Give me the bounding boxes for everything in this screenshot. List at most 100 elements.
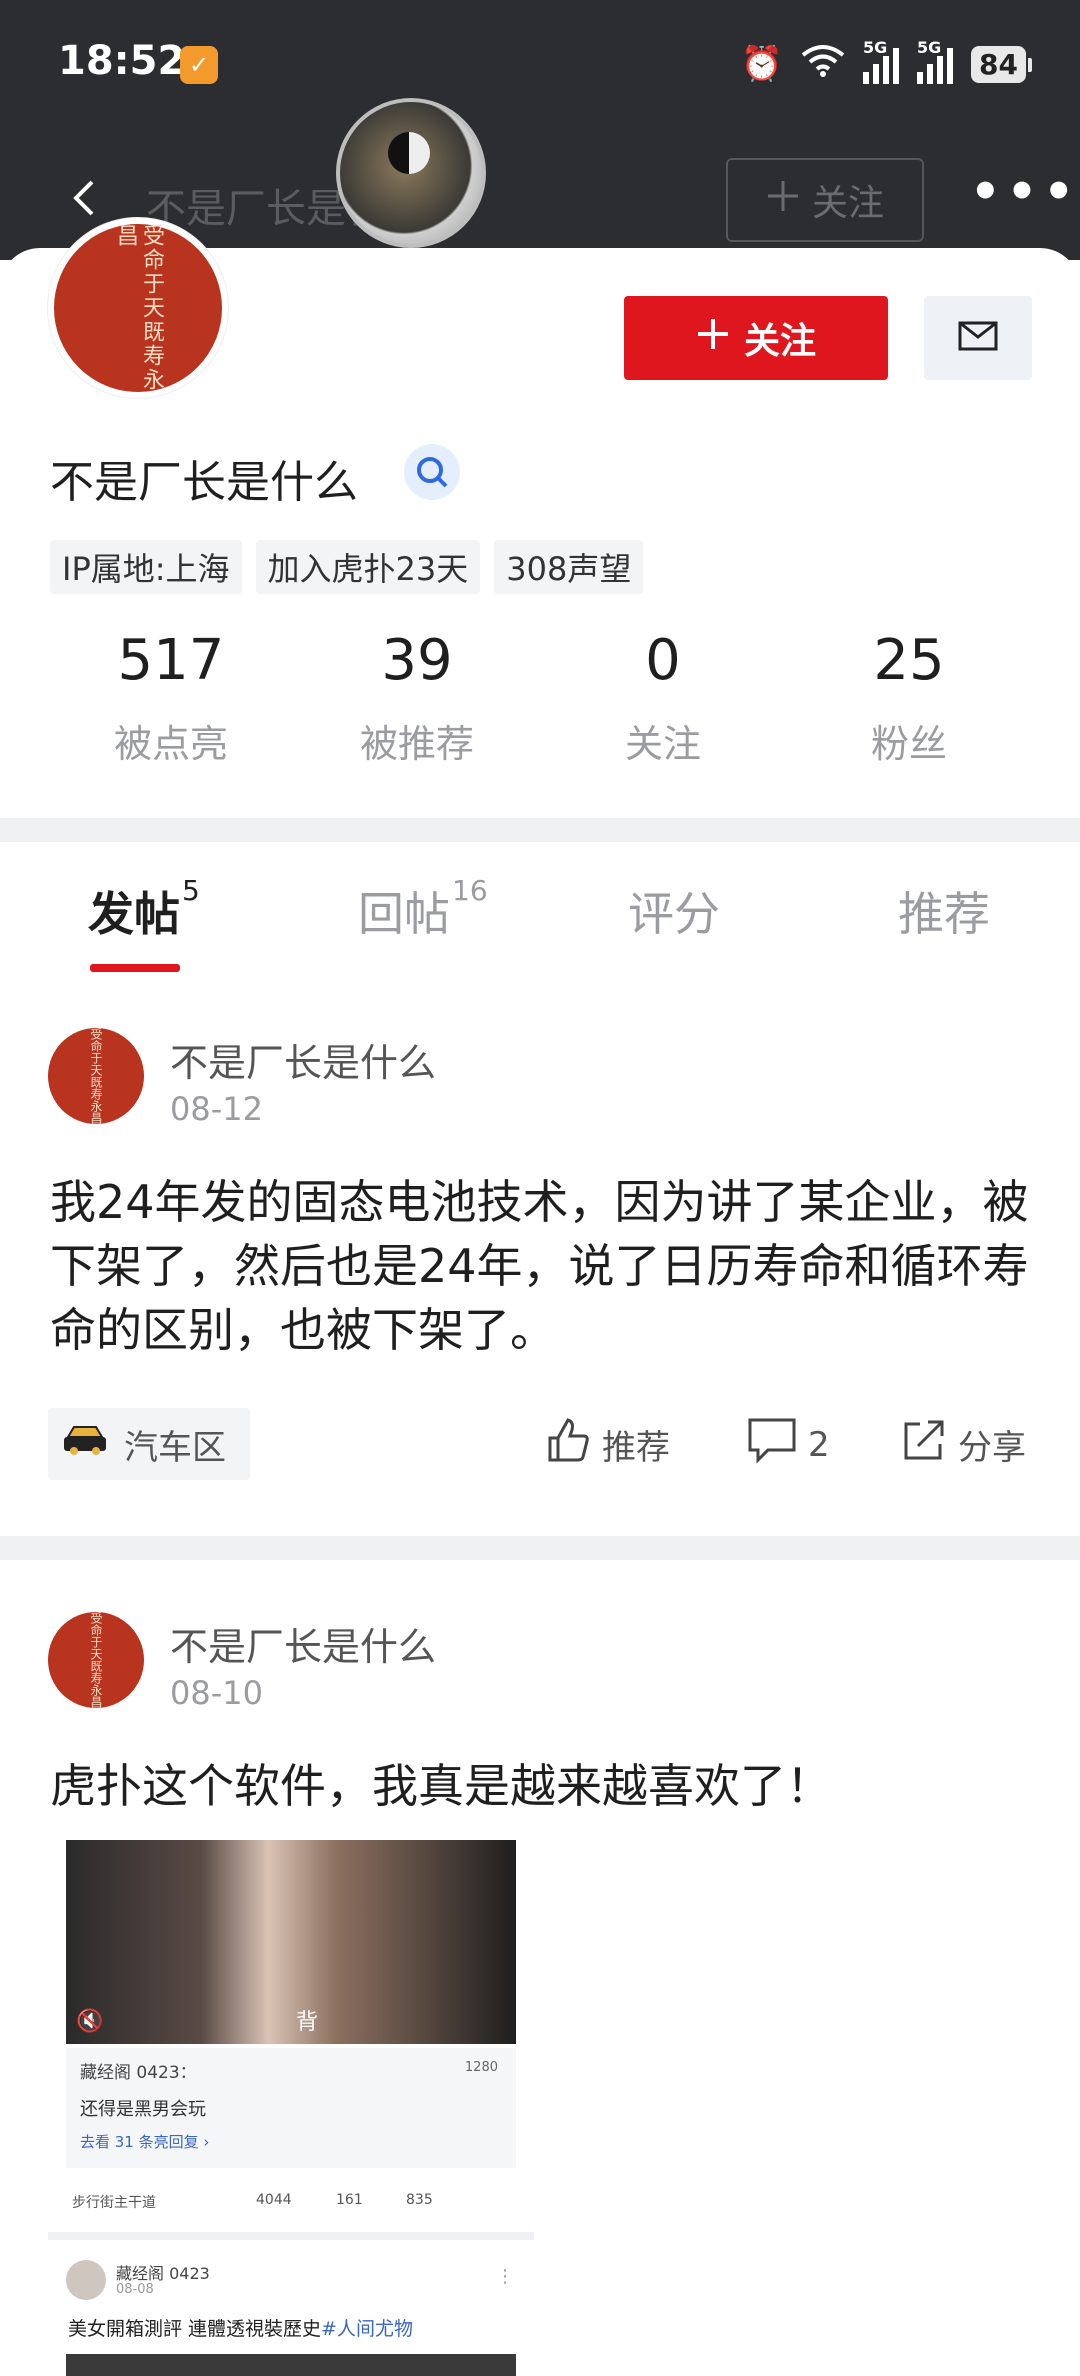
tab-label: 推荐 <box>898 887 990 941</box>
stat-label: 被推荐 <box>359 722 474 766</box>
car-icon <box>62 1423 108 1466</box>
post-author-avatar[interactable]: 受命于天既寿永昌 <box>48 1612 144 1708</box>
avatar-seal-text: 受命于天既寿永昌 <box>113 224 164 392</box>
header-floating-avatar <box>336 98 486 248</box>
message-button[interactable] <box>924 296 1032 380</box>
post-date: 08-12 <box>170 1090 263 1128</box>
tab-label: 评分 <box>628 887 720 941</box>
embedded-separator <box>48 2232 534 2240</box>
embedded-video-thumbnail[interactable]: 🔇 背 <box>66 1840 516 2044</box>
tab-posts[interactable]: 发帖5 <box>88 874 200 944</box>
embedded-image-preview <box>66 2354 516 2376</box>
embedded-post-user: 藏经阁 0423 <box>116 2264 210 2283</box>
embedded-footer: 步行街主干道 4044 161 835 <box>66 2182 516 2222</box>
avatar-seal-text: 受命于天既寿永昌 <box>89 1612 103 1708</box>
post-author-name[interactable]: 不是厂长是什么 <box>170 1032 436 1087</box>
app-notification-icon: ✓ <box>180 46 218 84</box>
stat-label: 粉丝 <box>870 722 947 766</box>
status-icons: ⏰ 5G 5G 84 <box>740 38 1032 88</box>
post-text[interactable]: 虎扑这个软件，我真是越来越喜欢了！ <box>50 1754 1030 1818</box>
profile-tags: IP属地:上海 加入虎扑23天 308声望 <box>50 540 644 594</box>
post-actions: 汽车区 推荐 2 分享 <box>0 1408 1080 1480</box>
embedded-hashtag: #人间尤物 <box>321 2318 413 2340</box>
share-button[interactable]: 分享 <box>900 1416 1026 1473</box>
profile-stats: 517 被点亮 39 被推荐 0 关注 25 粉丝 <box>0 628 1080 768</box>
post-text[interactable]: 我24年发的固态电池技术，因为讲了某企业，被下架了，然后也是24年，说了日历寿命… <box>50 1170 1030 1362</box>
post-card[interactable]: 受命于天既寿永昌 不是厂长是什么 08-12 我24年发的固态电池技术，因为讲了… <box>0 1028 1080 1498</box>
follow-button[interactable]: 关注 <box>624 296 888 380</box>
video-caption: 背 <box>296 2010 319 2035</box>
status-bar: 18:52 ✓ ⏰ 5G 5G 84 <box>0 0 1080 130</box>
status-time: 18:52 <box>58 38 186 84</box>
wifi-icon <box>801 43 845 86</box>
section-divider <box>0 818 1080 842</box>
active-tab-indicator <box>90 964 180 972</box>
stat-label: 关注 <box>624 722 701 766</box>
stat-value: 0 <box>645 628 681 693</box>
recommend-label: 推荐 <box>602 1428 670 1468</box>
back-arrow-icon[interactable] <box>64 178 104 218</box>
tag-join-days: 加入虎扑23天 <box>255 540 481 594</box>
avatar-seal-text: 受命于天既寿永昌 <box>89 1028 103 1124</box>
share-label: 分享 <box>958 1428 1026 1468</box>
tab-count: 5 <box>182 874 200 907</box>
embedded-user-avatar <box>66 2260 106 2300</box>
more-icon[interactable]: ••• <box>970 168 1080 216</box>
signal-icon-1: 5G <box>863 38 900 84</box>
post-embedded-screenshot[interactable]: 🔇 背 藏经阁 0423： 1280 还得是黑男会玩 去看 31 条亮回复 › … <box>48 1836 534 2376</box>
comment-count: 2 <box>808 1424 830 1465</box>
tab-count: 16 <box>452 874 488 907</box>
embedded-comment-user: 藏经阁 0423： <box>80 2063 197 2083</box>
tab-ratings[interactable]: 评分 <box>628 878 720 944</box>
nav-follow-button[interactable]: 关注 <box>726 158 924 242</box>
stat-lit[interactable]: 517 被点亮 <box>48 628 294 768</box>
signal-icon-2: 5G <box>917 38 954 84</box>
embedded-post-title-text: 美女開箱測評 連體透視裝歷史 <box>68 2318 322 2340</box>
battery-indicator: 84 <box>971 45 1032 83</box>
comment-button[interactable]: 2 <box>746 1416 830 1473</box>
stat-value: 39 <box>381 628 453 693</box>
verify-icon[interactable] <box>404 444 460 500</box>
tab-label: 发帖 <box>88 887 180 941</box>
stat-following[interactable]: 0 关注 <box>540 628 786 768</box>
zone-tag[interactable]: 汽车区 <box>48 1408 250 1480</box>
comment-icon <box>746 1416 798 1473</box>
embedded-shares: 835 <box>406 2192 433 2208</box>
embedded-more-icon: ⋮ <box>496 2266 514 2287</box>
nav-follow-label: 关注 <box>811 183 884 224</box>
username: 不是厂长是什么 <box>50 457 358 508</box>
tab-replies[interactable]: 回帖16 <box>358 874 488 944</box>
signal-label-2: 5G <box>917 38 942 57</box>
embedded-comment-likes: 1280 <box>464 2060 498 2075</box>
embedded-comments: 161 <box>336 2192 363 2208</box>
tab-recommend[interactable]: 推荐 <box>898 878 990 944</box>
embedded-comment-text: 还得是黑男会玩 <box>80 2099 206 2120</box>
signal-label-1: 5G <box>863 38 888 57</box>
tab-label: 回帖 <box>358 887 450 941</box>
plus-icon <box>766 179 800 222</box>
profile-avatar[interactable]: 受命于天既寿永昌 <box>48 218 228 398</box>
alarm-icon: ⏰ <box>740 44 784 84</box>
post-author-avatar[interactable]: 受命于天既寿永昌 <box>48 1028 144 1124</box>
embedded-post-title: 美女開箱測評 連體透視裝歷史#人间尤物 <box>68 2314 413 2341</box>
plus-icon <box>696 317 730 360</box>
embedded-likes: 4044 <box>256 2192 292 2208</box>
stat-followers[interactable]: 25 粉丝 <box>786 628 1032 768</box>
embedded-zone: 步行街主干道 <box>72 2195 156 2211</box>
stat-recommended[interactable]: 39 被推荐 <box>294 628 540 768</box>
post-divider <box>0 1536 1080 1560</box>
zone-label: 汽车区 <box>124 1427 226 1468</box>
thumbs-up-icon <box>544 1416 592 1473</box>
mail-icon <box>958 321 998 355</box>
post-author-name[interactable]: 不是厂长是什么 <box>170 1616 436 1671</box>
follow-button-label: 关注 <box>743 321 816 362</box>
recommend-button[interactable]: 推荐 <box>544 1416 670 1473</box>
tag-ip-location: IP属地:上海 <box>50 540 242 594</box>
profile-tabs: 发帖5 回帖16 评分 推荐 <box>0 850 1080 980</box>
embedded-comment-more: 去看 31 条亮回复 › <box>80 2133 210 2151</box>
stat-value: 517 <box>117 628 225 693</box>
post-card[interactable]: 受命于天既寿永昌 不是厂长是什么 08-10 虎扑这个软件，我真是越来越喜欢了！ <box>0 1612 1080 1813</box>
stat-label: 被点亮 <box>113 722 228 766</box>
embedded-post-date: 08-08 <box>116 2282 154 2297</box>
mute-icon: 🔇 <box>76 2009 104 2034</box>
